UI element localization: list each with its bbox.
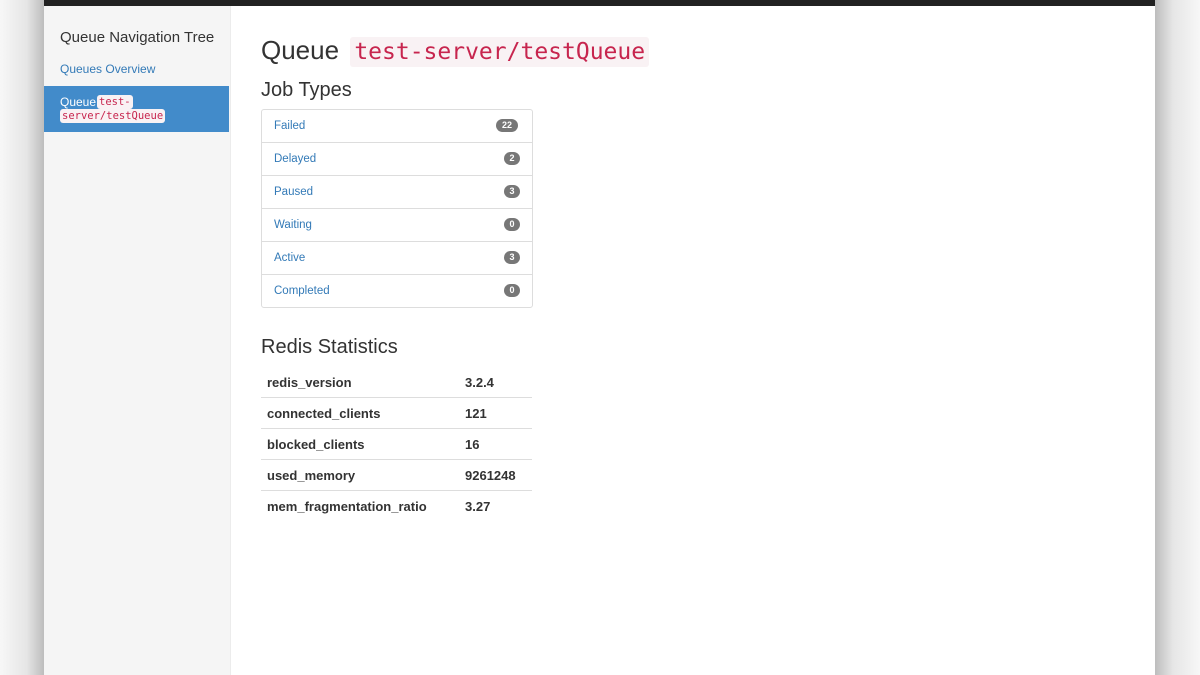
page-title-prefix: Queue: [261, 35, 340, 65]
queues-overview-link[interactable]: Queues Overview: [60, 62, 155, 76]
job-type-delayed[interactable]: Delayed 2: [262, 143, 532, 176]
stat-key: used_memory: [261, 459, 459, 491]
job-count-badge: 3: [504, 251, 520, 264]
job-count-badge: 22: [496, 119, 518, 132]
queue-name-code: test-server/testQueue: [350, 37, 650, 67]
job-count-badge: 0: [504, 284, 520, 297]
job-types-list: Failed 22 Delayed 2 Paused 3 Waiting 0 A…: [261, 109, 533, 308]
redis-statistics-table: redis_version 3.2.4 connected_clients 12…: [261, 367, 532, 521]
window-shadow-left: [0, 0, 44, 675]
job-type-active[interactable]: Active 3: [262, 242, 532, 275]
job-count-badge: 2: [504, 152, 520, 165]
stat-value: 121: [459, 397, 532, 429]
sidebar: Queue Navigation Tree Queues Overview Qu…: [44, 6, 231, 675]
job-type-label: Failed: [274, 120, 306, 132]
job-count-badge: 0: [504, 218, 520, 231]
stat-value: 3.27: [459, 490, 532, 521]
job-type-label: Waiting: [274, 219, 312, 231]
stat-value: 16: [459, 428, 532, 460]
job-type-paused[interactable]: Paused 3: [262, 176, 532, 209]
job-type-failed[interactable]: Failed 22: [262, 110, 532, 143]
table-row: used_memory 9261248: [261, 459, 532, 491]
job-count-badge: 3: [504, 185, 520, 198]
stat-key: mem_fragmentation_ratio: [261, 490, 459, 521]
job-type-label: Active: [274, 252, 306, 264]
sidebar-item-test-queue[interactable]: Queue test- server/testQueue: [44, 86, 229, 132]
job-type-label: Completed: [274, 285, 330, 297]
job-type-completed[interactable]: Completed 0: [262, 275, 532, 307]
stat-key: redis_version: [267, 374, 352, 390]
sidebar-item-queue-code-line2: server/testQueue: [60, 109, 166, 123]
table-row: mem_fragmentation_ratio 3.27: [261, 490, 532, 521]
window-shadow-right: [1155, 0, 1200, 675]
sidebar-title: Queue Navigation Tree: [60, 29, 215, 46]
table-row: connected_clients 121: [261, 397, 532, 429]
sidebar-item-label: Queue: [60, 95, 97, 109]
job-type-waiting[interactable]: Waiting 0: [262, 209, 532, 242]
page-title: Queue test-server/testQueue: [261, 35, 650, 67]
job-type-label: Delayed: [274, 153, 317, 165]
stat-key: connected_clients: [261, 397, 459, 429]
stat-value: 3.2.4: [465, 374, 494, 390]
job-types-heading: Job Types: [261, 79, 352, 101]
browser-window: Queue Navigation Tree Queues Overview Qu…: [44, 0, 1155, 675]
table-row: blocked_clients 16: [261, 428, 532, 460]
table-row: redis_version 3.2.4: [261, 367, 532, 398]
sidebar-item-queue-code-line1: test-: [97, 95, 133, 109]
redis-statistics-heading: Redis Statistics: [261, 336, 398, 358]
job-type-label: Paused: [274, 186, 314, 198]
stat-value: 9261248: [459, 459, 532, 491]
stat-key: blocked_clients: [261, 428, 459, 460]
